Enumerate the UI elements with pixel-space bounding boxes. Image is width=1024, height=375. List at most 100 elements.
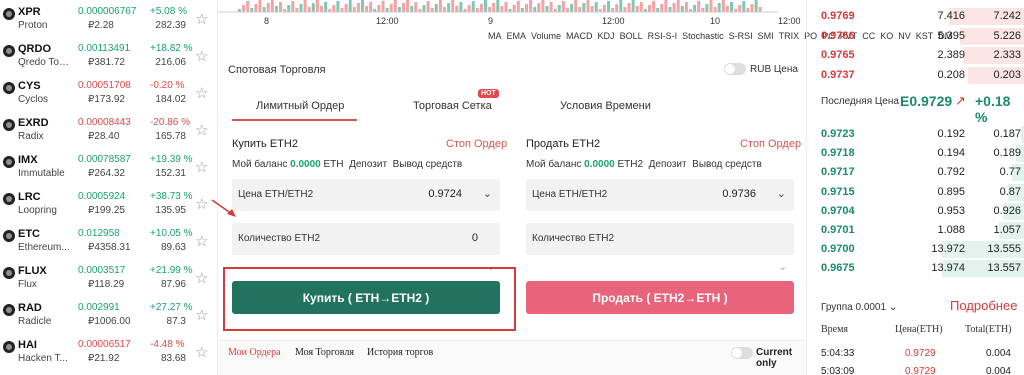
buy-price-field[interactable]: Цена ETH/ETH2 0.9724 ⌄: [232, 179, 500, 211]
star-icon[interactable]: ☆: [195, 84, 208, 102]
coin-symbol: XPR: [18, 6, 41, 18]
coin-row[interactable]: RAD Radicle 0.002991 ₽1006.00 +27.27 % 87.3 ☆: [0, 298, 217, 335]
buy-withdraw-link[interactable]: Вывод средств: [393, 159, 463, 170]
current-only-toggle[interactable]: [731, 347, 753, 359]
sell-price-label: Цена ETH/ETH2: [532, 189, 608, 200]
volume-bar: [340, 8, 344, 12]
indicator-button[interactable]: S-RSI: [729, 31, 753, 41]
volume-bar: [746, 8, 750, 12]
indicator-button[interactable]: MA: [488, 31, 502, 41]
volume-bar: [492, 3, 496, 12]
volume-bar: [377, 5, 381, 12]
volume-bar: [315, 0, 319, 12]
star-icon[interactable]: ☆: [195, 343, 208, 361]
star-icon[interactable]: ☆: [195, 306, 208, 324]
indicator-button[interactable]: SMI: [758, 31, 774, 41]
buy-quantity-field[interactable]: Количество ETH2 0: [232, 223, 500, 255]
coin-row[interactable]: ETC Ethereum... 0.012958 ₽4358.31 +10.05 % 89…: [0, 224, 217, 261]
bid-row[interactable]: 0.9675 13.974 13.557: [807, 258, 1024, 278]
price-chart[interactable]: 8 12:00 9 12:00 10 12:00 MA EMA Volume MACD KDJ BO…: [218, 0, 952, 42]
volume-bar: [590, 6, 594, 12]
star-icon[interactable]: ☆: [195, 269, 208, 287]
indicator-button[interactable]: KDJ: [598, 31, 615, 41]
tab-trade-history[interactable]: История торгов: [367, 347, 433, 358]
sell-stop-order-link[interactable]: Стоп Ордер: [740, 138, 801, 150]
bid-row[interactable]: 0.9704 0.953 0.926: [807, 201, 1024, 220]
sell-button[interactable]: Продать ( ETH2→ETH ): [526, 281, 794, 314]
ask-price: 0.9737: [821, 68, 855, 81]
bid-row[interactable]: 0.9700 13.972 13.555: [807, 239, 1024, 259]
volume-bar: [631, 0, 635, 12]
last-price-value: E0.9729: [900, 93, 953, 109]
buy-balance-unit: ETH: [323, 159, 344, 170]
volume-bar: [352, 7, 356, 12]
sell-deposit-link[interactable]: Депозит: [649, 159, 687, 170]
tab-limit-order[interactable]: Лимитный Ордер: [256, 100, 344, 112]
buy-button[interactable]: Купить ( ETH→ETH2 ): [232, 281, 500, 314]
group-selector[interactable]: Группа 0.0001 ⌄: [821, 302, 897, 313]
coin-logo-icon: [3, 82, 15, 94]
volume-bar: [447, 3, 451, 12]
star-icon[interactable]: ☆: [195, 195, 208, 213]
ask-row[interactable]: 0.9769 7.416 7.242: [807, 6, 1024, 25]
tab-my-trades[interactable]: Моя Торговля: [295, 347, 354, 358]
bid-row[interactable]: 0.9701 1.088 1.057: [807, 220, 1024, 239]
indicator-button[interactable]: TRIX: [779, 31, 800, 41]
coin-row[interactable]: QRDO Qredo Tok... 0.00113491 ₽381.72 +18.82 …: [0, 39, 217, 76]
ask-row[interactable]: 0.9765 2.389 2.333: [807, 45, 1024, 64]
star-icon[interactable]: ☆: [195, 47, 208, 65]
last-price-change: +0.18 %: [975, 93, 1011, 125]
indicator-button[interactable]: RSI-S-I: [648, 31, 678, 41]
volume-bar: [500, 6, 504, 12]
indicator-button[interactable]: BOLL: [620, 31, 643, 41]
tab-time-conditions[interactable]: Условия Времени: [560, 100, 651, 112]
bid-row[interactable]: 0.9715 0.895 0.87: [807, 182, 1024, 201]
indicator-button[interactable]: Volume: [531, 31, 561, 41]
chevron-down-icon[interactable]: ⌄: [483, 187, 492, 200]
sell-price-field[interactable]: Цена ETH/ETH2 0.9736 ⌄: [526, 179, 794, 211]
coin-row[interactable]: FLUX Flux 0.0003517 ₽118.29 +21.99 % 87.96 ☆: [0, 261, 217, 298]
more-link[interactable]: Подробнее: [950, 298, 1017, 313]
coin-local-price: ₽173.92: [88, 94, 125, 105]
coin-row[interactable]: CYS Cyclos 0.00051708 ₽173.92 -0.20 % 184.02 ☆: [0, 76, 217, 113]
tab-grid-trading[interactable]: Торговая Сетка: [413, 100, 492, 112]
volume-bar: [307, 7, 311, 12]
star-icon[interactable]: ☆: [195, 158, 208, 176]
volume-bar: [348, 0, 352, 12]
rub-price-toggle[interactable]: [724, 63, 746, 75]
indicator-button[interactable]: EMA: [507, 31, 527, 41]
bid-row[interactable]: 0.9718 0.194 0.189: [807, 143, 1024, 163]
coin-row[interactable]: HAI Hacken T... 0.00006517 ₽21.92 -4.48 % 83.…: [0, 335, 217, 372]
ask-row[interactable]: 0.9737 0.208 0.203: [807, 65, 1024, 84]
trade-header-price: Цена(ETH): [895, 324, 943, 335]
coin-change: +10.05 %: [150, 228, 193, 239]
star-icon[interactable]: ☆: [195, 121, 208, 139]
volume-bar: [430, 8, 434, 12]
indicator-button[interactable]: Stochastic: [682, 31, 724, 41]
tab-my-orders[interactable]: Мои Ордера: [228, 347, 281, 358]
coin-row[interactable]: LRC Loopring 0.0005924 ₽199.25 +38.73 % 135.9…: [0, 187, 217, 224]
star-icon[interactable]: ☆: [195, 232, 208, 250]
volume-bar: [320, 6, 323, 12]
chevron-down-icon[interactable]: ⌄: [777, 187, 786, 200]
star-icon[interactable]: ☆: [195, 10, 208, 28]
bid-row[interactable]: 0.9723 0.192 0.187: [807, 124, 1024, 143]
ask-row[interactable]: 0.9766 5.395 5.226: [807, 26, 1024, 45]
bid-row[interactable]: 0.9717 0.792 0.77: [807, 162, 1024, 182]
buy-header: Купить ETH2: [232, 138, 298, 150]
coin-symbol: CYS: [18, 80, 41, 92]
volume-bar: [488, 7, 492, 12]
sell-withdraw-link[interactable]: Вывод средств: [692, 159, 762, 170]
buy-deposit-link[interactable]: Депозит: [349, 159, 387, 170]
indicator-button[interactable]: MACD: [566, 31, 593, 41]
volume-bar: [520, 8, 524, 12]
sell-quantity-field[interactable]: Количество ETH2: [526, 223, 794, 255]
volume-bar: [615, 4, 619, 12]
buy-stop-order-link[interactable]: Стоп Ордер: [446, 138, 507, 150]
coin-row[interactable]: IMX Immutable 0.00078587 ₽264.32 +19.39 % 152…: [0, 150, 217, 187]
volume-bar: [693, 5, 697, 12]
chart-axis-label: 9: [488, 16, 493, 26]
coin-row[interactable]: EXRD Radix 0.00008443 ₽28.40 -20.86 % 165.78 ☆: [0, 113, 217, 150]
coin-row[interactable]: XPR Proton 0.000006767 ₽2.28 +5.08 % 282.39 ☆: [0, 2, 217, 39]
volume-bar: [402, 3, 405, 12]
